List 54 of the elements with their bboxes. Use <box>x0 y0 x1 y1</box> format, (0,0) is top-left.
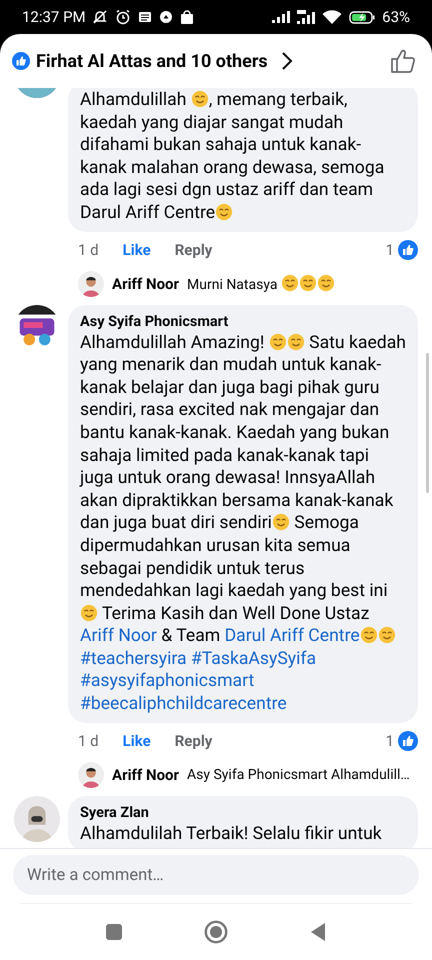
like-icon <box>398 730 418 751</box>
comment-text: Alhamdulillah Amazing! Satu kaedah yang menarik dan mudah untuk kanak-kanak belajar dan juga bagi pihak guru sendiri, rasa excited nak mengajar dan bantu kanak-kanak. Kaedah yang bukan sahaja limited pada kanak-kanak tapi juga untuk orang dewasa! InnsyaAllah akan dipraktikkan bersama kanak-kanak dan juga buat diri sendiri Semoga dipermudahkan urusan kita semua sebagai pendidik untuk terus mendedahkan lagi kaedah yang best ini Terima Kasih dan Well Done Ustaz Ariff Noor & Team Darul Ariff Centre #teachersyira #TaskaAsySyifa #asysyifaphonicsmart #beecaliphchildcarecentre <box>80 332 406 716</box>
message-icon <box>138 10 152 24</box>
link[interactable]: #teachersyira <box>80 648 187 669</box>
comment-field[interactable]: Write a comment… <box>13 855 419 895</box>
signal-icon <box>272 11 290 23</box>
home-icon[interactable] <box>204 920 228 944</box>
comment-author[interactable]: Asy Syifa Phonicsmart <box>80 312 406 332</box>
link[interactable]: #TaskaAsySyifa <box>190 648 316 669</box>
chevron-right-icon[interactable] <box>280 51 294 71</box>
emoji-icon <box>80 604 98 622</box>
link[interactable]: #asysyifaphonicsmart <box>80 671 254 692</box>
reactions-title[interactable]: Firhat Al Attas and 10 others <box>36 50 268 72</box>
battery-percent: 63% <box>382 8 410 26</box>
reply-author[interactable]: Ariff Noor <box>112 274 180 293</box>
emoji-icon <box>272 513 290 532</box>
emoji-icon <box>286 332 305 351</box>
comment-text: Alhamdulillah , memang terbaik, kaedah yang diajar sangat mudah difahami bukan sahaja untuk kanak-kanak malahan orang dewasa, semoga ada lagi sesi dgn ustaz ariff dan team Darul Ariff Centre <box>80 89 386 225</box>
shopping-bag-icon <box>180 10 194 24</box>
recents-icon[interactable] <box>104 922 124 942</box>
link[interactable]: Ariff Noor <box>80 626 157 646</box>
like-icon <box>398 240 418 260</box>
emoji-icon <box>268 332 287 351</box>
wifi-icon <box>322 10 342 24</box>
reply-text[interactable]: Asy Syifa Phonicsmart Alhamdulill… <box>187 766 410 783</box>
link[interactable]: Darul Ariff Centre <box>224 626 360 646</box>
emoji-icon <box>360 626 378 644</box>
emoji-icon <box>190 90 209 108</box>
battery-icon <box>349 10 376 24</box>
like-link[interactable]: Like <box>122 240 151 259</box>
reply-text[interactable]: Murni Natasya <box>187 274 335 294</box>
alarm-icon <box>114 9 131 25</box>
signal-icon <box>297 10 316 24</box>
notification-icon <box>158 10 173 24</box>
like-link[interactable]: Like <box>122 732 151 750</box>
comment-text: Alhamdulilah Terbaik! Selalu fikir untuk <box>80 822 383 846</box>
reply-link[interactable]: Reply <box>174 732 212 750</box>
thumbs-up-icon[interactable] <box>390 48 416 74</box>
reaction-count: 1 <box>386 240 394 259</box>
comment-time: 1 d <box>78 732 99 750</box>
emoji-icon <box>298 274 317 292</box>
emoji-icon <box>280 274 299 292</box>
link[interactable]: #beecaliphchildcarecentre <box>80 694 287 714</box>
emoji-icon <box>215 202 234 221</box>
like-icon <box>12 52 30 70</box>
comment-time: 1 d <box>78 240 99 259</box>
emoji-icon <box>316 274 335 292</box>
emoji-icon <box>378 626 396 644</box>
reaction-count: 1 <box>386 732 394 750</box>
clock: 12:37 PM <box>22 8 86 26</box>
mute-icon <box>92 9 108 25</box>
reply-link[interactable]: Reply <box>174 240 212 259</box>
reply-author[interactable]: Ariff Noor <box>112 766 180 784</box>
comment-author[interactable]: Syera Zlan <box>80 802 406 823</box>
